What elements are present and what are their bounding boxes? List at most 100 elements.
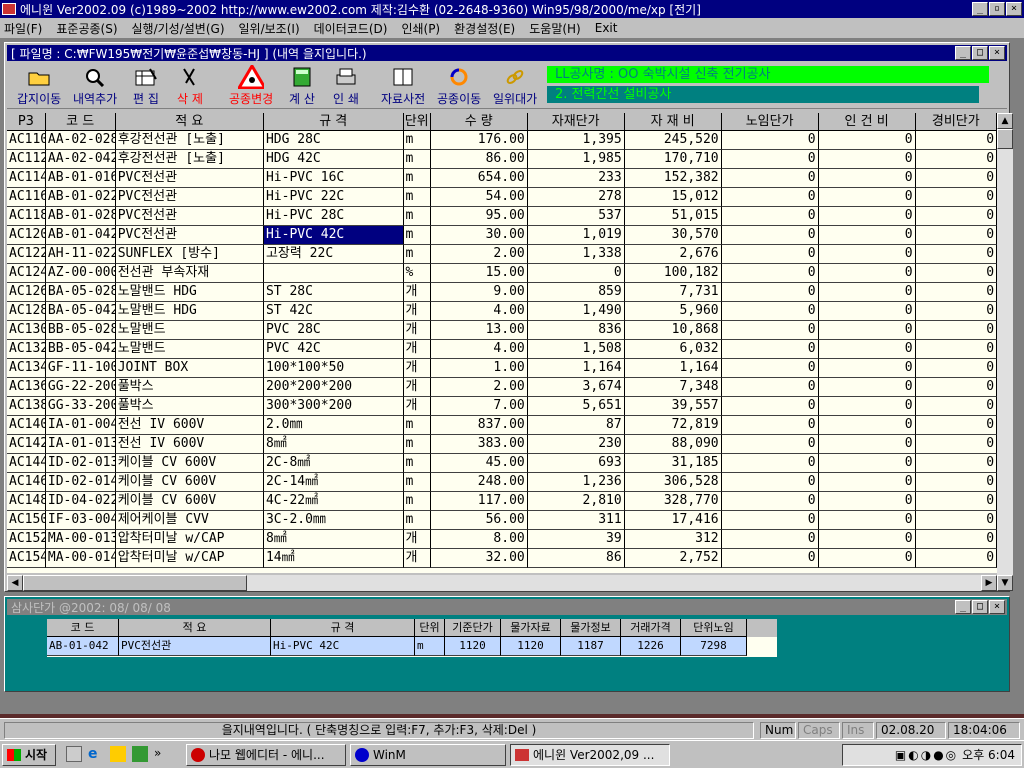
table-cell[interactable]: 8.00 bbox=[430, 530, 528, 549]
table-cell[interactable]: 2C-14㎟ bbox=[263, 473, 404, 492]
child2-close-button[interactable]: × bbox=[989, 600, 1005, 614]
table-cell[interactable]: m bbox=[403, 207, 431, 226]
table-cell[interactable]: 7,731 bbox=[624, 283, 722, 302]
menu-item-6[interactable]: 환경설정(E) bbox=[454, 20, 515, 37]
ie-icon[interactable]: e bbox=[88, 746, 104, 762]
column-header[interactable]: 물가정보 bbox=[561, 619, 621, 637]
table-cell[interactable]: AC144 bbox=[7, 454, 46, 473]
table-cell[interactable]: SUNFLEX [방수] bbox=[115, 245, 264, 264]
taskbar-item-namo[interactable]: 나모 웹에디터 - 에니... bbox=[186, 744, 346, 766]
table-cell[interactable]: 86 bbox=[527, 549, 625, 568]
column-header[interactable]: 물가자료 bbox=[501, 619, 561, 637]
table-cell[interactable]: HDG 42C bbox=[263, 150, 404, 169]
table-cell[interactable]: IA-01-013 bbox=[45, 435, 116, 454]
table-cell[interactable]: 0 bbox=[915, 226, 997, 245]
table-cell[interactable]: AC114 bbox=[7, 169, 46, 188]
table-cell[interactable]: 176.00 bbox=[430, 131, 528, 150]
table-cell[interactable]: 개 bbox=[403, 549, 431, 568]
table-cell[interactable]: 개 bbox=[403, 397, 431, 416]
menu-item-3[interactable]: 일위/보조(I) bbox=[239, 20, 300, 37]
table-cell[interactable]: 0 bbox=[915, 264, 997, 283]
table-cell[interactable]: AC126 bbox=[7, 283, 46, 302]
table-cell[interactable]: 0 bbox=[721, 359, 819, 378]
table-cell[interactable]: 0 bbox=[818, 321, 916, 340]
table-cell[interactable]: 0 bbox=[818, 473, 916, 492]
table-cell[interactable]: 245,520 bbox=[624, 131, 722, 150]
table-cell[interactable]: m bbox=[403, 150, 431, 169]
hscroll-thumb[interactable] bbox=[23, 575, 247, 591]
restore-button[interactable]: ▫ bbox=[989, 2, 1005, 16]
table-cell[interactable]: 풀박스 bbox=[115, 397, 264, 416]
column-header[interactable]: 인 건 비 bbox=[818, 113, 916, 131]
table-cell[interactable]: PVC전선관 bbox=[115, 169, 264, 188]
table-cell[interactable]: IA-01-004 bbox=[45, 416, 116, 435]
table-row[interactable]: AC134 GF-11-100 JOINT BOX 100*100*50 개 1.00 1,… bbox=[7, 359, 997, 378]
table-cell[interactable]: 0 bbox=[915, 245, 997, 264]
table-row[interactable]: AC114 AB-01-016 PVC전선관 Hi-PVC 16C m 654.00 233… bbox=[7, 169, 997, 188]
table-cell[interactable]: AC110 bbox=[7, 131, 46, 150]
table-row[interactable]: AC122 AH-11-022 SUNFLEX [방수] 고장력 22C m 2.00 1,… bbox=[7, 245, 997, 264]
table-cell[interactable]: 836 bbox=[527, 321, 625, 340]
table-cell[interactable]: PVC전선관 bbox=[115, 226, 264, 245]
column-header[interactable]: 코 드 bbox=[45, 113, 116, 131]
table-cell[interactable]: IF-03-004 bbox=[45, 511, 116, 530]
table-cell[interactable]: BA-05-042 bbox=[45, 302, 116, 321]
column-header[interactable]: 자재단가 bbox=[527, 113, 625, 131]
table-cell[interactable]: AB-01-028 bbox=[45, 207, 116, 226]
minimize-button[interactable]: _ bbox=[972, 2, 988, 16]
table-cell[interactable]: 51,015 bbox=[624, 207, 722, 226]
table-cell[interactable]: 0 bbox=[915, 283, 997, 302]
table-cell[interactable]: AC120 bbox=[7, 226, 46, 245]
table-cell[interactable]: 0 bbox=[818, 492, 916, 511]
table-cell[interactable]: 0 bbox=[721, 530, 819, 549]
table-cell[interactable]: 0 bbox=[915, 302, 997, 321]
table-cell[interactable]: m bbox=[403, 492, 431, 511]
table-cell[interactable]: AB-01-042 bbox=[45, 226, 116, 245]
table-cell[interactable]: 72,819 bbox=[624, 416, 722, 435]
table-cell[interactable]: 0 bbox=[721, 245, 819, 264]
table-cell[interactable]: 2,810 bbox=[527, 492, 625, 511]
table-cell[interactable]: AC148 bbox=[7, 492, 46, 511]
table-cell[interactable]: 3,674 bbox=[527, 378, 625, 397]
table-cell[interactable]: 2C-8㎟ bbox=[263, 454, 404, 473]
table-cell[interactable]: 0 bbox=[721, 302, 819, 321]
table-cell[interactable]: 45.00 bbox=[430, 454, 528, 473]
table-cell[interactable]: 1120 bbox=[445, 637, 501, 656]
table-cell[interactable]: 1,508 bbox=[527, 340, 625, 359]
table-cell[interactable]: m bbox=[415, 637, 445, 656]
table-cell[interactable]: 케이블 CV 600V bbox=[115, 454, 264, 473]
table-cell[interactable]: AC146 bbox=[7, 473, 46, 492]
vertical-scrollbar[interactable]: ▲ ▼ bbox=[997, 113, 1013, 591]
table-cell[interactable]: 개 bbox=[403, 530, 431, 549]
table-cell[interactable]: 6,032 bbox=[624, 340, 722, 359]
table-cell[interactable]: 0 bbox=[818, 454, 916, 473]
table-cell[interactable]: 0 bbox=[818, 207, 916, 226]
table-cell[interactable]: 5,960 bbox=[624, 302, 722, 321]
menu-item-5[interactable]: 인쇄(P) bbox=[401, 20, 440, 37]
scroll-up-icon[interactable]: ▲ bbox=[997, 113, 1013, 129]
table-cell[interactable]: 54.00 bbox=[430, 188, 528, 207]
table-cell[interactable]: 0 bbox=[721, 169, 819, 188]
table-cell[interactable]: 0 bbox=[818, 511, 916, 530]
table-cell[interactable]: 1,985 bbox=[527, 150, 625, 169]
column-header[interactable]: 노임단가 bbox=[721, 113, 819, 131]
column-header[interactable]: 규 격 bbox=[263, 113, 404, 131]
toolbar-button-1[interactable]: 내역추가 bbox=[73, 65, 117, 107]
table-cell[interactable]: 17,416 bbox=[624, 511, 722, 530]
table-cell[interactable]: 노말밴드 bbox=[115, 321, 264, 340]
table-cell[interactable]: 152,382 bbox=[624, 169, 722, 188]
table-cell[interactable]: 7.00 bbox=[430, 397, 528, 416]
table-cell[interactable]: AC132 bbox=[7, 340, 46, 359]
table-cell[interactable]: 4C-22㎟ bbox=[263, 492, 404, 511]
column-header[interactable]: 적 요 bbox=[119, 619, 271, 637]
table-cell[interactable]: 0 bbox=[721, 511, 819, 530]
table-cell[interactable]: 0 bbox=[721, 340, 819, 359]
table-cell[interactable]: 개 bbox=[403, 378, 431, 397]
table-cell[interactable]: 0 bbox=[915, 340, 997, 359]
table-cell[interactable]: 0 bbox=[818, 302, 916, 321]
table-cell[interactable]: 311 bbox=[527, 511, 625, 530]
table-cell[interactable]: Hi-PVC 22C bbox=[263, 188, 404, 207]
menu-item-0[interactable]: 파일(F) bbox=[4, 20, 42, 37]
table-cell[interactable]: 0 bbox=[915, 150, 997, 169]
table-cell[interactable]: 8㎟ bbox=[263, 530, 404, 549]
